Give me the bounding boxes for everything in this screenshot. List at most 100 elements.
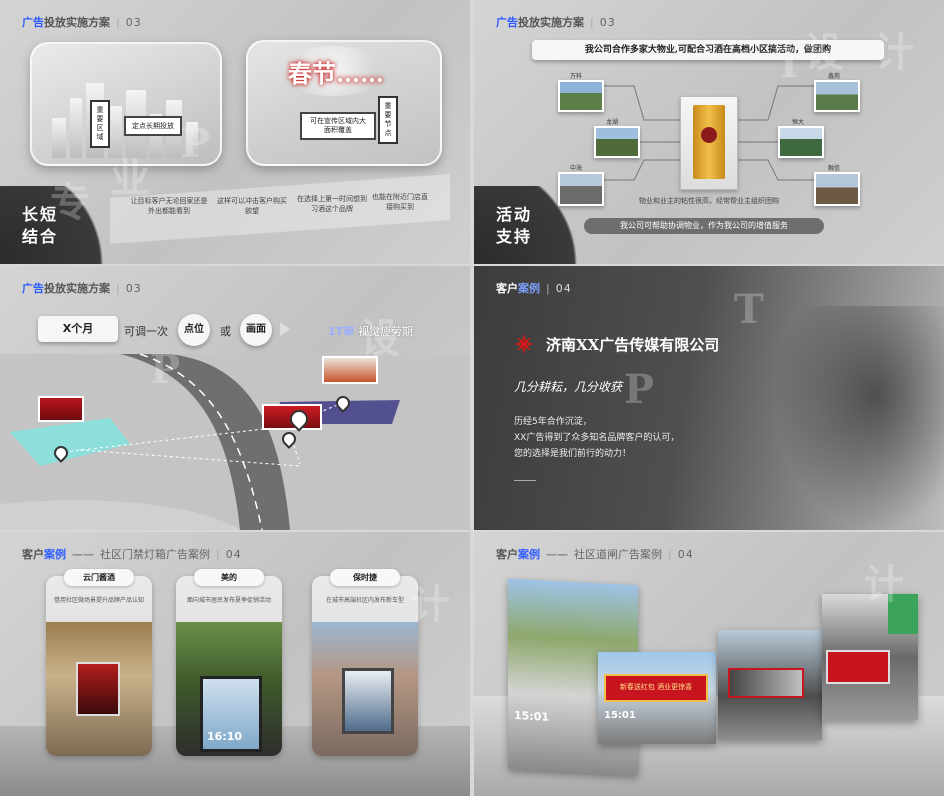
product-frame (680, 96, 738, 190)
lightbox-ad (76, 662, 120, 716)
street-map (0, 354, 470, 530)
slide-activity-support[interactable]: 广告投放实施方案 | 03 我公司合作多家大物业,可配合习酒在高档小区搞活动，做团购… (474, 0, 944, 264)
header-accent-b: 案例 (44, 548, 66, 561)
tag-key-node: 重要节点 (378, 96, 398, 144)
property-label: 恒大 (792, 119, 805, 126)
property-label: 融信 (828, 165, 841, 172)
case-card-title: 保时捷 (330, 569, 400, 586)
billboard-ad-3 (322, 356, 378, 384)
property-note: 物业和业主的粘性很高，经常帮业主组织团购 (639, 197, 779, 205)
adjust-text: 可调一次 (124, 325, 168, 338)
description-line: XX广告得到了众多知名品牌客户的认可， (514, 433, 680, 443)
case-card-title: 美的 (194, 569, 264, 586)
note-impact: 这样可以冲击客户购买欲望 (217, 197, 287, 215)
corner-title-line-2: 支持 (496, 227, 533, 246)
corner-title-line-2: 结合 (22, 227, 59, 246)
property-label: 鑫苑 (828, 73, 841, 80)
screen-circle: 画面 (240, 314, 272, 346)
corner-title: 长短 结合 (22, 204, 58, 248)
case-card-desc: 借用社区微场景提升品牌产品认知 (53, 597, 144, 604)
header-accent-b: 案例 (518, 548, 540, 561)
header-accent-a: 客户 (496, 548, 518, 561)
fatigue-text: 视觉疲劳期 (358, 325, 413, 338)
case-card-title: 云门酱酒 (64, 569, 134, 586)
header-number: 03 (125, 16, 142, 29)
header-number: 04 (225, 548, 242, 561)
case-card-desc: 在城市高端社区内发布新车型 (325, 597, 404, 604)
header-subtitle: 社区道闸广告案例 (574, 548, 662, 561)
case-card-desc: 面向城市居民发布夏季促销活动 (186, 597, 271, 604)
tag-important-area: 重要区域 (90, 100, 110, 148)
period-box: X个月 (38, 316, 118, 342)
case-card-porsche[interactable]: 保时捷 在城市高端社区内发布新车型 (312, 569, 418, 756)
slide-header: 客户案例 —— 社区门禁灯箱广告案例 | 04 (22, 548, 242, 561)
barrier-ad-banner: 新春送红包 酒业更惊喜 (604, 674, 708, 702)
slide-access-lightbox-cases[interactable]: 客户案例 —— 社区门禁灯箱广告案例 | 04 云门酱酒 借用社区微场景提升品牌产品认知… (0, 532, 470, 796)
divider (514, 480, 536, 481)
sign-board (888, 594, 918, 634)
slide-header: 客户案例 | 04 (496, 282, 572, 295)
value-added-pill: 我公司可帮助协调物业，作为我公司的增值服务 (584, 218, 824, 234)
watermark-char: T (734, 286, 764, 333)
arrow-right-icon (280, 322, 290, 336)
slide-barrier-gate-cases[interactable]: 客户案例 —— 社区道闸广告案例 | 04 15:01 新春送红包 酒业更惊喜 15:0… (474, 532, 944, 796)
company-motto: 几分耕耘，几分收获 (514, 380, 623, 394)
property-photo-longfor (594, 126, 640, 158)
screen-time: 15:01 (514, 708, 550, 724)
point-circle: 点位 (178, 314, 210, 346)
header-accent-a: 客户 (496, 282, 518, 295)
corner-title: 活动 支持 (496, 204, 532, 248)
property-photo-evergrande (778, 126, 824, 158)
gate-photo-4 (822, 594, 918, 720)
case-card-midea[interactable]: 美的 面向城市居民发布夏季促销活动 16:10 (176, 569, 282, 756)
property-label: 万科 (570, 73, 583, 80)
slide-header: 广告投放实施方案 | 03 (22, 282, 142, 295)
corner-badge (474, 186, 594, 264)
note-brand: 在选择上第一时间想到习酒这个品牌 (297, 195, 367, 213)
barrier-ad (826, 650, 890, 684)
screen-time: 15:01 (604, 710, 636, 721)
case-card-yunmen[interactable]: 云门酱酒 借用社区微场景提升品牌产品认知 (46, 569, 152, 756)
slide-rotation-period[interactable]: 广告投放实施方案 | 03 X个月 可调一次 点位 或 画面 1T审 视觉疲劳期 P… (0, 266, 470, 530)
case-photo: 16:10 (176, 622, 282, 756)
lightbox-ad: 16:10 (200, 676, 262, 752)
note-visible: 让目标客户无论回家还是外出都能看到 (130, 197, 208, 215)
slide-header: 客户案例 —— 社区道闸广告案例 | 04 (496, 548, 694, 561)
header-number: 03 (125, 282, 142, 295)
lightbox-ad (342, 668, 394, 734)
property-label: 中海 (570, 165, 583, 172)
corner-title-line-1: 活动 (496, 205, 533, 224)
spring-festival-text: 春节…… (288, 59, 384, 88)
property-label: 龙湖 (606, 119, 619, 126)
company-description: 历经5年合作沉淀， XX广告得到了众多知名品牌客户的认可， 您的选择是我们前行的… (514, 414, 679, 462)
property-photo-ronshine (814, 172, 860, 206)
slide-header: 广告投放实施方案 | 03 (22, 16, 142, 29)
description-line: 历经5年合作沉淀， (514, 417, 592, 427)
spring-glass-panel: 春节…… 可在宣传区域内大面积覆盖 重要节点 (246, 40, 442, 166)
people-silhouette (774, 306, 944, 530)
header-accent-b: 案例 (518, 282, 540, 295)
billboard-ad-1 (38, 396, 84, 422)
liquor-box-icon (693, 105, 725, 179)
header-title: 投放实施方案 (44, 16, 110, 29)
note-store: 也能在附近门店直接购买到 (372, 193, 428, 211)
case-photo (46, 622, 152, 756)
header-subtitle: 社区门禁灯箱广告案例 (100, 548, 210, 561)
gate-photo-3 (718, 630, 822, 740)
corner-title-line-1: 长短 (22, 205, 59, 224)
screen-time: 16:10 (207, 730, 243, 743)
header-number: 04 (677, 548, 694, 561)
company-logo-icon (514, 334, 534, 354)
tag-wide-coverage: 可在宣传区域内大面积覆盖 (300, 112, 376, 140)
slide-long-short-combination[interactable]: 广告投放实施方案 | 03 重要区域 定点长期投放 春节…… 可在宣传区域内大面积覆… (0, 0, 470, 264)
slide-company-intro[interactable]: 客户案例 | 04 济南XX广告传媒有限公司 几分耕耘，几分收获 历经5年合作沉淀，… (474, 266, 944, 530)
header-title: 投放实施方案 (44, 282, 110, 295)
property-photo-xinyuan (814, 80, 860, 112)
company-name: 济南XX广告传媒有限公司 (546, 336, 720, 354)
property-photo-vanke (558, 80, 604, 112)
header-accent: 广告 (22, 282, 44, 295)
header-number: 04 (555, 282, 572, 295)
watermark-char: P (624, 366, 655, 413)
city-glass-panel: 重要区域 定点长期投放 (30, 42, 222, 166)
barrier-arm (728, 668, 804, 698)
